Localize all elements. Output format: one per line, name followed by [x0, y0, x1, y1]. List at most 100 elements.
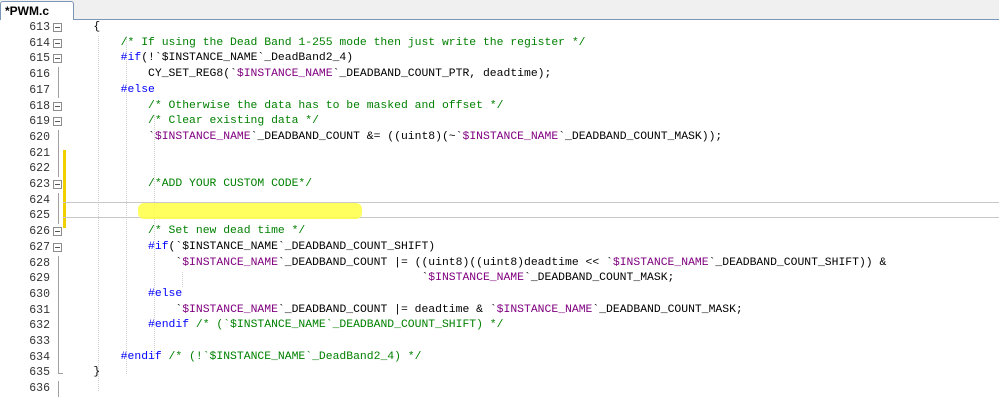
- code-token: $INSTANCE_NAME: [496, 303, 593, 316]
- code-text: `$INSTANCE_NAME`_DEADBAND_COUNT |= ((uin…: [66, 256, 886, 272]
- code-token: $INSTANCE_NAME: [462, 130, 559, 143]
- code-line[interactable]: 636: [0, 381, 999, 397]
- code-text: {: [66, 20, 100, 36]
- fold-toggle-icon[interactable]: [53, 38, 62, 48]
- code-text: #else: [66, 83, 155, 99]
- code-line[interactable]: 618 /* Otherwise the data has to be mask…: [0, 99, 999, 115]
- fold-toggle-icon[interactable]: [53, 117, 62, 127]
- code-token: $INSTANCE_NAME: [428, 272, 524, 285]
- line-number: 635: [29, 366, 50, 380]
- code-token: /* Clear existing data */: [66, 115, 319, 128]
- fold-toggle-icon[interactable]: [53, 227, 62, 237]
- code-line[interactable]: 627 #if(`$INSTANCE_NAME`_DEADBAND_COUNT_…: [0, 240, 999, 256]
- code-text: /* Clear existing data */: [66, 114, 319, 130]
- code-line[interactable]: 628 `$INSTANCE_NAME`_DEADBAND_COUNT |= (…: [0, 255, 999, 272]
- code-token: #if: [66, 52, 142, 65]
- line-number: 615: [29, 52, 50, 66]
- code-line[interactable]: 614 /* If using the Dead Band 1-255 mode…: [0, 36, 999, 52]
- code-token: }: [66, 366, 101, 379]
- code-line[interactable]: 616 CY_SET_REG8(`$INSTANCE_NAME`_DEADBAN…: [0, 67, 999, 83]
- fold-line: [58, 271, 59, 287]
- code-token: #else: [66, 83, 155, 96]
- code-line[interactable]: 615 #if(!`$INSTANCE_NAME`_DeadBand2_4): [0, 51, 999, 67]
- code-line[interactable]: 631 `$INSTANCE_NAME`_DEADBAND_COUNT |= d…: [0, 302, 999, 319]
- code-token: {: [66, 21, 101, 33]
- code-token: #if: [66, 240, 169, 253]
- fold-toggle-icon[interactable]: [53, 242, 62, 252]
- fold-line: [58, 381, 59, 397]
- code-line[interactable]: 635 }: [0, 365, 999, 381]
- line-number: 628: [29, 256, 50, 270]
- line-number: 624: [29, 193, 50, 207]
- fold-end-marker: [58, 373, 63, 375]
- line-number: 622: [29, 162, 50, 176]
- fold-toggle-icon[interactable]: [53, 180, 62, 189]
- line-number: 630: [29, 287, 50, 301]
- code-line[interactable]: 613 {: [0, 20, 999, 36]
- fold-toggle-icon[interactable]: [53, 23, 62, 32]
- tab-label: *PWM.c: [5, 4, 50, 18]
- code-token: `_DEADBAND_COUNT_MASK;: [523, 272, 675, 285]
- code-token: /* Set new dead time */: [66, 225, 306, 238]
- code-token: `: [66, 256, 183, 269]
- code-line[interactable]: 623 /*ADD YOUR CUSTOM CODE*/: [0, 177, 999, 193]
- code-token: `_DEADBAND_COUNT &= ((uint8)(~`: [250, 130, 463, 143]
- line-number: 617: [29, 83, 50, 97]
- code-line[interactable]: 621: [0, 145, 999, 162]
- code-token: /* (`$INSTANCE_NAME`_DEADBAND_COUNT_SHIF…: [189, 319, 504, 332]
- code-token: `_DEADBAND_COUNT |= deadtime & `: [277, 303, 497, 316]
- code-line[interactable]: 626 /* Set new dead time */: [0, 224, 999, 240]
- line-number: 625: [29, 209, 50, 223]
- code-line[interactable]: 619 /* Clear existing data */: [0, 114, 999, 130]
- fold-line: [58, 82, 59, 99]
- fold-line: [58, 286, 59, 303]
- fold-line: [58, 161, 59, 177]
- code-text: #else: [66, 287, 182, 303]
- line-number: 633: [29, 335, 50, 348]
- code-token: `: [66, 272, 429, 285]
- fold-toggle-icon[interactable]: [53, 54, 62, 64]
- code-text: /* Set new dead time */: [66, 224, 305, 240]
- code-token: (!`$INSTANCE_NAME`_DeadBand2_4): [141, 52, 354, 65]
- line-number: 632: [29, 319, 50, 333]
- fold-line: [58, 318, 59, 334]
- code-line[interactable]: 625: [0, 208, 999, 225]
- code-line[interactable]: 630 #else: [0, 286, 999, 303]
- code-line[interactable]: 617 #else: [0, 82, 999, 99]
- code-token: $INSTANCE_NAME: [182, 303, 278, 316]
- code-token: /* If using the Dead Band 1-255 mode the…: [66, 36, 586, 49]
- tab-pwm-c[interactable]: *PWM.c: [0, 1, 74, 20]
- code-token: `_DEADBAND_COUNT_MASK;: [592, 303, 743, 316]
- code-token: #else: [66, 287, 183, 300]
- fold-line: [58, 192, 59, 209]
- code-line[interactable]: 632 #endif /* (`$INSTANCE_NAME`_DEADBAND…: [0, 318, 999, 334]
- code-token: `_DEADBAND_COUNT_MASK));: [558, 130, 723, 143]
- code-text: }: [66, 365, 100, 381]
- code-line[interactable]: 624: [0, 192, 999, 209]
- fold-line: [58, 349, 59, 366]
- line-number: 619: [29, 115, 50, 129]
- code-token: `_DEADBAND_COUNT |= ((uint8)((uint8)dead…: [277, 256, 613, 269]
- code-line[interactable]: 634 #endif /* (!`$INSTANCE_NAME`_DeadBan…: [0, 349, 999, 366]
- code-text: CY_SET_REG8(`$INSTANCE_NAME`_DEADBAND_CO…: [66, 67, 551, 83]
- line-number: 613: [29, 21, 50, 34]
- code-editor[interactable]: 613 {614 /* If using the Dead Band 1-255…: [0, 20, 999, 409]
- line-number: 629: [29, 272, 50, 286]
- tab-bar: *PWM.c: [0, 0, 999, 20]
- code-token: (`$INSTANCE_NAME`_DEADBAND_COUNT_SHIFT): [168, 240, 436, 253]
- code-token: `: [66, 130, 155, 143]
- code-token: $INSTANCE_NAME: [236, 68, 333, 81]
- code-line[interactable]: 629 `$INSTANCE_NAME`_DEADBAND_COUNT_MASK…: [0, 271, 999, 287]
- code-line[interactable]: 622: [0, 161, 999, 177]
- code-token: /* (!`$INSTANCE_NAME`_DeadBand2_4) */: [161, 350, 422, 363]
- code-line[interactable]: 620 `$INSTANCE_NAME`_DEADBAND_COUNT &= (…: [0, 129, 999, 146]
- fold-line: [58, 302, 59, 319]
- fold-line: [58, 255, 59, 272]
- line-number: 636: [29, 382, 50, 396]
- fold-line: [58, 365, 59, 374]
- code-text: ` $INSTANCE_NAME`_DEADBAND_COUNT &= ((uin…: [66, 130, 722, 146]
- line-number: 634: [29, 350, 50, 364]
- fold-toggle-icon[interactable]: [53, 101, 62, 111]
- code-line[interactable]: 633: [0, 334, 999, 350]
- fold-line: [58, 208, 59, 225]
